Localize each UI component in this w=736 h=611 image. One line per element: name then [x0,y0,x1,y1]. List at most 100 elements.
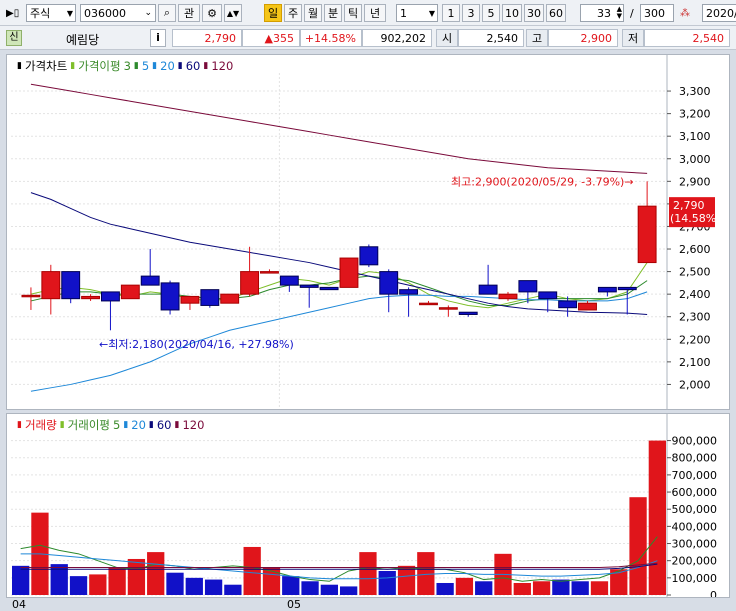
volume-bar [108,567,126,595]
interval-select[interactable]: 1 ▼ [396,4,438,22]
interval-3[interactable]: 3 [462,4,480,22]
chevron-down-icon: ▼ [66,8,73,18]
x-tick-label: 05 [287,598,301,611]
volume-bar [378,570,396,595]
change-percent: +14.58% [300,29,362,47]
chevron-down-icon: ▼ [428,8,435,18]
total-value: 300 [644,6,665,20]
candle [458,311,478,315]
code-input[interactable]: 036000 ⌄ [80,4,156,22]
x-tick-label: 04 [12,598,26,611]
watch-button[interactable]: 관 [178,4,200,22]
period-minute[interactable]: 분 [324,4,342,22]
y-tick-label: 2,200 [679,333,711,346]
date-input[interactable]: 2020/ [702,4,736,22]
y-tick-label: 3,100 [679,130,711,143]
period-day[interactable]: 일 [264,4,282,22]
y-tick-label: 400,000 [672,520,718,533]
open-price: 2,540 [458,29,524,47]
period-week[interactable]: 주 [284,4,302,22]
y-tick-label: 2,100 [679,356,711,369]
volume-panel: ▮ 거래량 ▮ 거래이평 5 ▮ 20 ▮ 60 ▮ 120 900,000 80… [6,413,730,598]
interval-30[interactable]: 30 [524,4,544,22]
period-year[interactable]: 년 [364,4,386,22]
slash-label: / [630,7,634,20]
volume-bar [436,582,454,595]
y-tick-label: 2,600 [679,243,711,256]
period-month[interactable]: 월 [304,4,322,22]
volume-value: 902,202 [380,31,427,45]
candle [558,300,578,309]
volume-chart[interactable]: 900,000 800,000 700,000 600,000 500,000 400,0… [7,414,729,597]
interval-60[interactable]: 60 [546,4,566,22]
toolbar: ▶▯ 주식 ▼ 036000 ⌄ ⌕ 관 ⚙ ▲▼ 일 주 월 분 틱 년 1 … [0,0,736,26]
price-change-value: ▲355 [264,31,294,45]
volume-bar [417,552,435,595]
search-icon: ⌕ [163,6,171,19]
candle [260,271,279,274]
candle [21,294,41,298]
y-tick-label: 100,000 [672,572,718,585]
interval-1[interactable]: 1 [442,4,460,22]
candle [61,271,81,300]
settings-button[interactable]: ⚙ [202,4,222,22]
volume-bar [89,574,107,595]
candle [617,286,637,291]
chevron-down-icon: ⌄ [144,8,152,18]
interval-label: 10 [505,6,519,20]
interval-label: 60 [549,6,563,20]
total-input[interactable]: 300 [640,4,674,22]
credit-label: 신 [9,32,19,43]
watch-label: 관 [183,7,195,20]
updown-button[interactable]: ▲▼ [224,4,242,22]
low-annotation: ←최저:2,180(2020/04/16, +27.98%) [99,338,294,351]
volume-bar [185,577,203,595]
volume-bar [571,581,589,595]
period-label: 년 [369,7,381,20]
volume-bar [648,440,666,595]
date-value: 2020/ [706,6,736,20]
low-price: 2,540 [644,29,730,47]
y-tick-label: 800,000 [672,452,718,465]
info-button[interactable]: i [150,29,166,47]
y-tick-label: 2,300 [679,311,711,324]
volume-bar [590,581,609,595]
period-label: 일 [267,7,279,20]
interval-10[interactable]: 10 [502,4,522,22]
y-tick-label: 2,500 [679,266,711,279]
volume-bar [301,581,319,595]
search-button[interactable]: ⌕ [158,4,176,22]
count-value: 33 [597,6,611,20]
y-tick-label: 3,200 [679,108,711,121]
volume-bar [359,552,377,595]
period-tick[interactable]: 틱 [344,4,362,22]
candle [279,275,299,286]
market-value: 주식 [30,7,51,20]
volume-bar [127,558,146,595]
stock-name: 예림당 [66,33,100,47]
y-tick-label: 900,000 [672,435,718,448]
interval-5[interactable]: 5 [482,4,500,22]
volume-bar [166,572,184,595]
count-input[interactable]: 33 ▲ ▼ [580,4,624,22]
volume-bar [532,581,551,595]
grid-button[interactable]: ⁂ [676,4,694,22]
candle [41,271,61,300]
market-select[interactable]: 주식 ▼ [26,4,76,22]
candle [120,284,140,300]
price-chart[interactable]: 3,3003,2003,1003,0002,9002,8002,7002,600… [7,55,729,409]
candle [319,286,339,291]
candle [220,293,240,304]
quote-bar: 신 예림당 i 2,790 ▲355 +14.58% 902,202 시 2,5… [0,26,736,50]
high-price-value: 2,900 [580,31,613,45]
candle [538,291,558,300]
current-price-value: 2,790 [204,31,237,45]
interval-label: 30 [527,6,541,20]
window-icon[interactable]: ▶▯ [6,8,19,19]
y-tick-label: 300,000 [672,538,718,551]
volume-bar [12,565,30,595]
volume-bar [397,565,416,595]
candle [597,286,617,293]
last-price-label: 2,790 [673,199,705,212]
candle [240,271,260,295]
